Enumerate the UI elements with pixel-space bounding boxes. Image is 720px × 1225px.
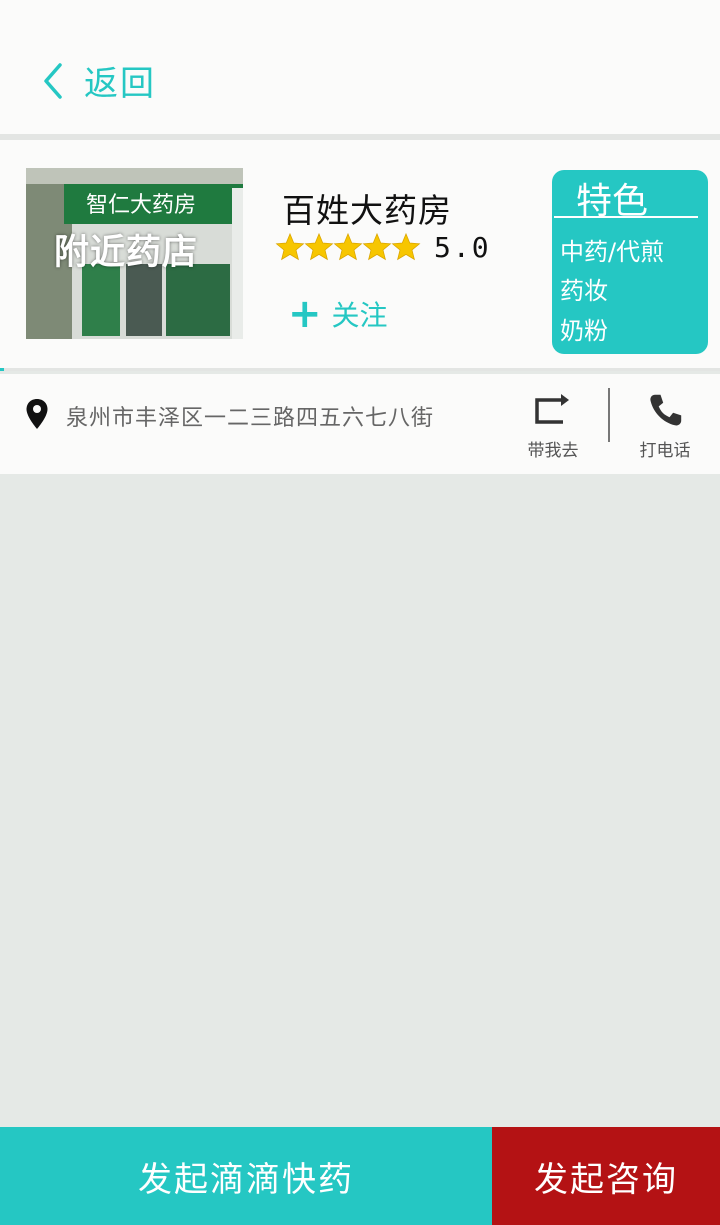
- store-card: 智仁大药房 附近药店 百姓大药房 5.0 + 关注 特色 中药/代煎 药妆 奶粉: [0, 140, 720, 371]
- feature-item: 中药/代煎: [560, 238, 665, 266]
- rating-stars: 5.0: [275, 230, 491, 264]
- call-button[interactable]: 打电话: [620, 392, 710, 461]
- follow-button[interactable]: + 关注: [288, 294, 388, 334]
- back-button[interactable]: 返回: [38, 56, 156, 105]
- top-bar: 返回: [0, 0, 720, 140]
- phone-icon: [650, 394, 682, 426]
- chevron-left-icon: [44, 62, 62, 99]
- features-divider: [554, 216, 698, 218]
- quick-medicine-button[interactable]: 发起滴滴快药: [0, 1127, 492, 1225]
- star-icon: [275, 232, 305, 261]
- back-label: 返回: [84, 64, 156, 104]
- star-icon: [362, 232, 392, 261]
- star-icon: [391, 232, 421, 261]
- plus-icon: +: [288, 291, 322, 337]
- call-label: 打电话: [639, 441, 691, 461]
- follow-label: 关注: [331, 299, 388, 332]
- consult-button[interactable]: 发起咨询: [492, 1127, 720, 1225]
- store-name: 百姓大药房: [282, 191, 452, 230]
- feature-item: 药妆: [560, 277, 608, 305]
- store-photo[interactable]: 智仁大药房 附近药店: [26, 168, 243, 339]
- store-address: 泉州市丰泽区一二三路四五六七八街: [66, 406, 435, 431]
- star-icon: [304, 232, 334, 261]
- store-detail-page: 返回 智仁大药房 附近药店 百姓大药房 5.0 + 关注 特色 中药/代煎 药妆…: [0, 0, 720, 1225]
- address-bar: 泉州市丰泽区一二三路四五六七八街 带我去 打电话: [0, 374, 720, 474]
- features-panel: 特色 中药/代煎 药妆 奶粉: [552, 170, 708, 354]
- photo-overlay-label: 附近药店: [53, 233, 198, 273]
- route-arrow-icon: [535, 394, 569, 424]
- navigate-label: 带我去: [527, 441, 579, 461]
- navigate-button[interactable]: 带我去: [508, 392, 598, 461]
- store-sign-text: 智仁大药房: [86, 193, 196, 218]
- action-divider: [608, 388, 610, 442]
- card-accent: [0, 368, 4, 371]
- location-pin-icon: [26, 399, 48, 429]
- card-divider: [0, 368, 720, 371]
- star-icon: [333, 232, 363, 261]
- rating-value: 5.0: [434, 230, 491, 264]
- feature-item: 奶粉: [560, 317, 608, 345]
